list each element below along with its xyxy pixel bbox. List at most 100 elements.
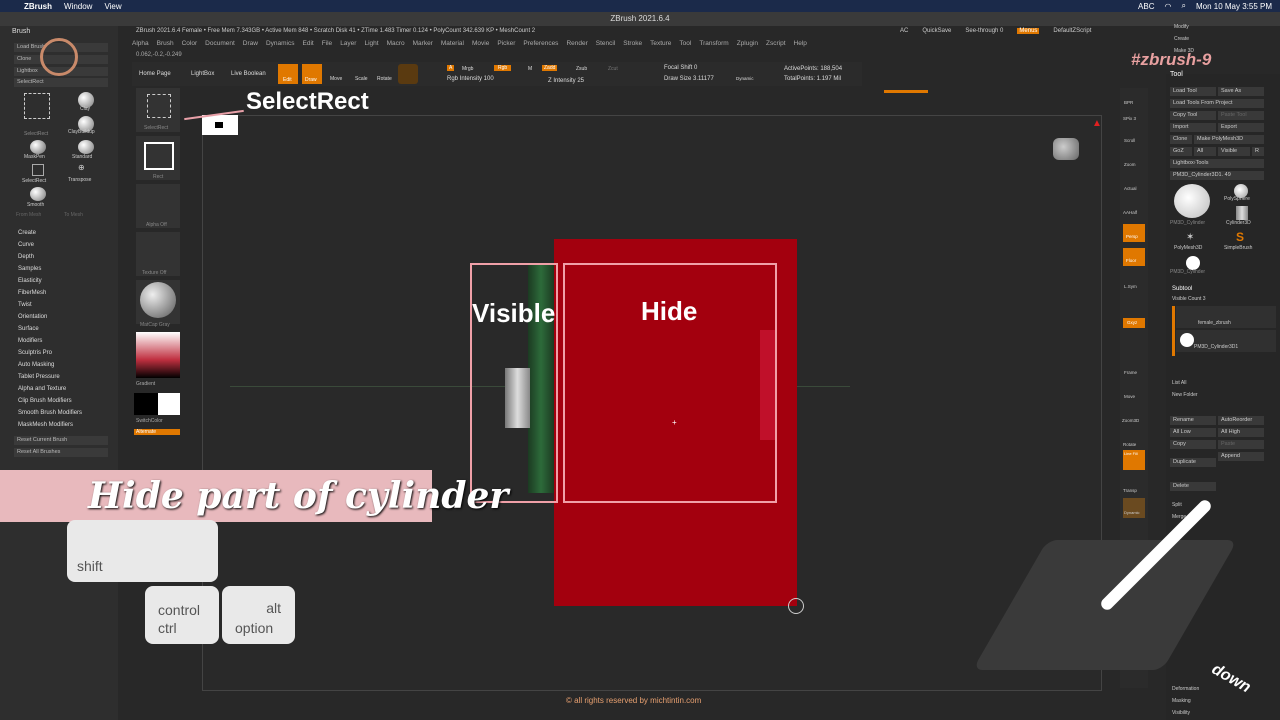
brush-menu-tablet[interactable]: Tablet Pressure xyxy=(18,374,60,380)
reset-all-brushes[interactable]: Reset All Brushes xyxy=(14,448,108,457)
menu-zscript[interactable]: Zscript xyxy=(766,40,786,50)
menu-render[interactable]: Render xyxy=(566,40,587,50)
menu-marker[interactable]: Marker xyxy=(413,40,433,50)
menu-view[interactable]: View xyxy=(104,2,121,11)
goz-r-button[interactable]: R xyxy=(1252,147,1264,156)
selectrect-brush-icon[interactable] xyxy=(24,93,50,119)
menu-brush[interactable]: Brush xyxy=(157,40,174,50)
a-button[interactable]: A xyxy=(447,65,455,71)
linefill-button[interactable]: Line Fill xyxy=(1123,450,1145,470)
draw-button[interactable]: Draw xyxy=(302,64,322,84)
brush-menu-modifiers[interactable]: Modifiers xyxy=(18,338,42,344)
see-through-slider[interactable]: See-through 0 xyxy=(965,28,1003,34)
brush-menu-elasticity[interactable]: Elasticity xyxy=(18,278,42,284)
zadd-button[interactable]: Zadd xyxy=(542,65,558,71)
zsub-button[interactable]: Zsub xyxy=(576,66,587,72)
mrgb-button[interactable]: Mrgb xyxy=(462,66,473,72)
tool-palette-header[interactable]: Tool xyxy=(1170,71,1183,78)
menu-preferences[interactable]: Preferences xyxy=(523,40,558,50)
paste-subtool-button[interactable]: Paste xyxy=(1218,440,1264,449)
aahalf-button[interactable]: AAHalf xyxy=(1123,210,1137,215)
alpha-shelf-button[interactable]: Alpha Off xyxy=(136,184,180,228)
copy-subtool-button[interactable]: Copy xyxy=(1170,440,1216,449)
switchcolor-button[interactable]: SwitchColor xyxy=(136,418,163,424)
selectrect-shelf-button[interactable]: SelectRect xyxy=(136,88,180,132)
import-button[interactable]: Import xyxy=(1170,123,1216,132)
material-sphere-icon[interactable] xyxy=(398,64,418,84)
pm3d-cylinder-icon[interactable] xyxy=(1186,256,1200,270)
brush-menu-curve[interactable]: Curve xyxy=(18,242,34,248)
scale-button[interactable]: Scale xyxy=(355,76,368,82)
dynamic-persp-button[interactable]: Dynamic xyxy=(1123,498,1145,518)
deformation-menu[interactable]: Deformation xyxy=(1172,686,1199,692)
transpose-icon[interactable]: ⊕ xyxy=(78,163,85,172)
wifi-icon[interactable]: ◠ xyxy=(1164,2,1171,11)
subtool-item-cylinder[interactable]: PM3D_Cylinder3D1 xyxy=(1176,330,1276,352)
menu-texture[interactable]: Texture xyxy=(650,40,671,50)
menu-draw[interactable]: Draw xyxy=(243,40,258,50)
copy-tool-button[interactable]: Copy Tool xyxy=(1170,111,1216,120)
list-all-button[interactable]: List All xyxy=(1172,380,1186,386)
visible-count-slider[interactable]: Visible Count 3 xyxy=(1172,296,1206,302)
subtool-header[interactable]: Subtool xyxy=(1172,286,1192,292)
scroll-button[interactable]: Scroll xyxy=(1124,138,1135,143)
save-as-button[interactable]: Save As xyxy=(1218,87,1264,96)
primary-color-swatch[interactable] xyxy=(134,393,158,415)
menu-app[interactable]: ZBrush xyxy=(24,2,52,11)
zcut-button[interactable]: Zcut xyxy=(608,66,618,72)
menu-stroke[interactable]: Stroke xyxy=(623,40,642,50)
frame-button[interactable]: Frame xyxy=(1124,370,1137,375)
menu-color[interactable]: Color xyxy=(182,40,198,50)
goz-button[interactable]: GoZ xyxy=(1170,147,1192,156)
menu-help[interactable]: Help xyxy=(794,40,807,50)
create-button[interactable]: Create xyxy=(1174,36,1189,42)
rgb-intensity-slider[interactable]: Rgb Intensity 100 xyxy=(447,76,494,82)
bpr-button[interactable]: BPR xyxy=(1124,100,1133,105)
transp-button[interactable]: Transp xyxy=(1123,488,1137,493)
menu-tool[interactable]: Tool xyxy=(679,40,691,50)
default-zscript[interactable]: DefaultZScript xyxy=(1053,28,1091,34)
actual-button[interactable]: Actual xyxy=(1124,186,1137,191)
menu-window[interactable]: Window xyxy=(64,2,92,11)
current-tool-thumbnail[interactable] xyxy=(1174,184,1210,218)
brush-menu-smooth[interactable]: Smooth Brush Modifiers xyxy=(18,410,82,416)
rename-button[interactable]: Rename xyxy=(1170,416,1216,425)
menu-macro[interactable]: Macro xyxy=(387,40,405,50)
lightbox-button[interactable]: LightBox xyxy=(191,71,214,77)
autoreorder-button[interactable]: AutoReorder xyxy=(1218,416,1264,425)
home-page-button[interactable]: Home Page xyxy=(139,71,171,77)
axis-gizmo-icon[interactable]: ▲ xyxy=(1092,118,1102,129)
new-folder-button[interactable]: New Folder xyxy=(1172,392,1198,398)
rotate-button[interactable]: Rotate xyxy=(377,76,392,82)
current-brush-label[interactable]: SelectRect xyxy=(14,78,108,87)
zoom3d-button[interactable]: Zoom3D xyxy=(1122,418,1139,423)
rect-shelf-button[interactable]: Rect xyxy=(136,136,180,180)
menu-dynamics[interactable]: Dynamics xyxy=(266,40,295,50)
menu-layer[interactable]: Layer xyxy=(340,40,356,50)
rotate-view-button[interactable]: Rotate xyxy=(1123,442,1136,447)
current-tool-slider[interactable]: PM3D_Cylinder3D1. 49 xyxy=(1170,171,1264,180)
simplebrush-icon[interactable]: S xyxy=(1236,230,1244,244)
menus-toggle[interactable]: Menus xyxy=(1017,28,1040,34)
floor-button[interactable]: Floor xyxy=(1123,248,1145,266)
move-view-button[interactable]: Move xyxy=(1124,394,1135,399)
texture-shelf-button[interactable]: Texture Off xyxy=(136,232,180,276)
draw-size-slider[interactable]: Draw Size 3.11177 xyxy=(664,76,714,82)
menu-material[interactable]: Material xyxy=(441,40,464,50)
zoom-button[interactable]: Zoom xyxy=(1124,162,1136,167)
menu-movie[interactable]: Movie xyxy=(472,40,489,50)
brush-menu-create[interactable]: Create xyxy=(18,230,36,236)
dynamic-button[interactable]: Dynamic xyxy=(736,76,754,81)
cylinder3d-icon[interactable] xyxy=(1236,206,1248,220)
menu-stencil[interactable]: Stencil xyxy=(596,40,616,50)
load-tools-project-button[interactable]: Load Tools From Project xyxy=(1170,99,1264,108)
visibility-menu[interactable]: Visibility xyxy=(1172,710,1190,716)
edit-button[interactable]: Edit xyxy=(278,64,298,84)
menu-picker[interactable]: Picker xyxy=(497,40,515,50)
delete-button[interactable]: Delete xyxy=(1170,482,1216,491)
goz-all-button[interactable]: All xyxy=(1194,147,1216,156)
menu-edit[interactable]: Edit xyxy=(303,40,314,50)
persp-button[interactable]: Persp xyxy=(1123,224,1145,242)
clone-tool-button[interactable]: Clone xyxy=(1170,135,1192,144)
make-polymesh-button[interactable]: Make PolyMesh3D xyxy=(1194,135,1264,144)
